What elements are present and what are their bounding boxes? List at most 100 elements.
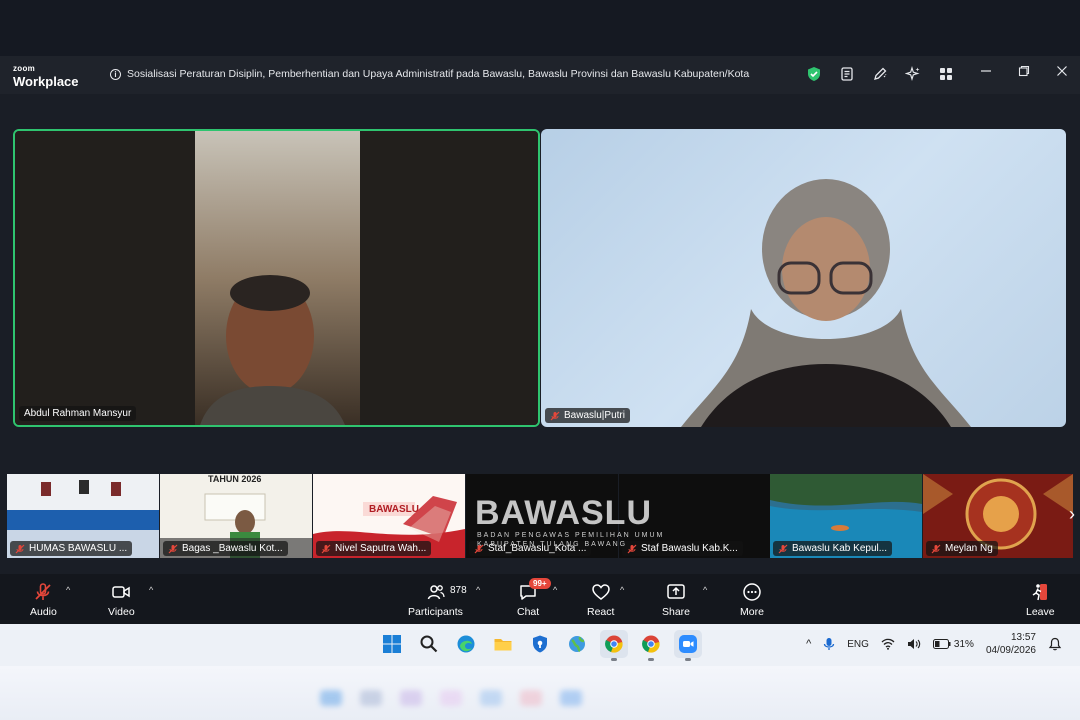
window-controls (980, 65, 1068, 77)
system-tray: ^ ENG 31% 13:57 04/09/2026 (806, 631, 1062, 657)
tray-overflow-chevron-icon[interactable]: ^ (806, 638, 811, 650)
audio-label: Audio (30, 606, 57, 618)
thumbnail-tile[interactable]: Meylan Ng (923, 474, 1075, 558)
restore-icon[interactable] (1018, 65, 1030, 77)
running-indicator (611, 658, 617, 661)
meeting-toolbar: Audio ^ Video ^ 878 Participants ^ 99+ C… (0, 574, 1080, 624)
taskbar-zoom[interactable] (674, 630, 702, 661)
taskbar-chrome-1[interactable] (600, 630, 628, 661)
video-label: Video (108, 606, 135, 618)
participant-name: Bawaslu Kab Kepul... (792, 543, 888, 554)
taskbar-clock[interactable]: 13:57 04/09/2026 (986, 631, 1036, 657)
react-label: React (587, 606, 615, 618)
mic-muted-icon (168, 544, 178, 553)
participant-name-tag: Meylan Ng (926, 541, 998, 556)
video-tile-speaker[interactable]: Abdul Rahman Mansyur (13, 129, 540, 427)
gallery-strip: HUMAS BAWASLU ... TAHUN 2026 Bagas _Bawa… (7, 474, 1075, 558)
chrome-browser-icon (642, 635, 660, 653)
shield-check-icon[interactable] (806, 66, 822, 82)
leave-button[interactable]: Leave (1026, 582, 1055, 618)
battery-status[interactable]: 31% (932, 638, 974, 650)
taskbar-edge[interactable] (452, 630, 480, 658)
taskbar-globe-app[interactable] (563, 630, 591, 658)
share-options-chevron-icon[interactable]: ^ (703, 585, 707, 595)
taskbar-defender[interactable] (526, 630, 554, 658)
taskbar-file-explorer[interactable] (489, 630, 517, 658)
notes-icon[interactable] (839, 66, 855, 82)
participant-name: Meylan Ng (945, 543, 993, 554)
clock-date: 04/09/2026 (985, 645, 1036, 656)
heart-icon (591, 584, 610, 600)
thumbnail-tile[interactable]: HUMAS BAWASLU ... (7, 474, 159, 558)
brand-zoom: zoom (13, 64, 36, 73)
video-stage: Abdul Rahman Mansyur Bawaslu|Putri HUMAS… (0, 94, 1080, 574)
more-dots-icon (743, 583, 761, 601)
video-options-chevron-icon[interactable]: ^ (149, 585, 153, 595)
start-button[interactable] (378, 630, 406, 658)
chat-label: Chat (517, 606, 540, 618)
participant-name-tag: Bawaslu Kab Kepul... (773, 541, 893, 556)
notification-bell-icon[interactable] (1048, 637, 1062, 651)
wifi-icon[interactable] (881, 638, 895, 650)
pen-icon[interactable] (872, 66, 888, 82)
share-screen-icon (667, 584, 685, 599)
participant-name: Abdul Rahman Mansyur (24, 408, 132, 419)
zoom-titlebar: zoom Workplace i Sosialisasi Peraturan D… (0, 56, 1080, 94)
react-button[interactable]: React (587, 582, 614, 618)
meeting-info[interactable]: i Sosialisasi Peraturan Disiplin, Pember… (110, 68, 749, 80)
chrome-browser-icon (605, 635, 623, 653)
leave-label: Leave (1026, 606, 1055, 618)
participant-name: HUMAS BAWASLU ... (29, 543, 128, 554)
screen-bottom-reflection (0, 666, 1080, 720)
brand-workplace: Workplace (13, 74, 79, 89)
apps-grid-icon[interactable] (938, 66, 954, 82)
thumbnail-tile[interactable]: TAHUN 2026 Bagas _Bawaslu Kot... (160, 474, 312, 558)
blurred-taskbar-reflection (320, 690, 582, 706)
bawaslu-logo-overlay: BAWASLU BADAN PENGAWAS PEMILIHAN UMUM KA… (399, 494, 699, 550)
participants-button[interactable]: 878 Participants (408, 582, 467, 618)
zoom-logo: zoom Workplace (13, 64, 79, 89)
clock-time: 13:57 (1010, 632, 1036, 643)
folder-icon (494, 639, 512, 651)
battery-icon (932, 639, 951, 649)
ai-sparkle-icon[interactable] (905, 66, 921, 82)
minimize-icon[interactable] (980, 65, 992, 77)
share-button[interactable]: Share (662, 582, 690, 618)
participant-name-tag: HUMAS BAWASLU ... (10, 541, 133, 556)
participant-name: Bagas _Bawaslu Kot... (182, 543, 283, 554)
participants-label: Participants (408, 606, 463, 618)
info-icon[interactable]: i (110, 68, 121, 80)
chat-unread-badge: 99+ (529, 578, 551, 589)
audio-button[interactable]: Audio (30, 582, 57, 618)
mic-muted-icon (931, 544, 941, 553)
chat-button[interactable]: 99+ Chat (517, 578, 551, 618)
more-button[interactable]: More (740, 582, 764, 618)
audio-options-chevron-icon[interactable]: ^ (66, 585, 70, 595)
thumbnail-tile[interactable]: Bawaslu Kab Kepul... (770, 474, 922, 558)
mic-muted-icon (321, 544, 331, 553)
mic-muted-icon (778, 544, 788, 553)
input-language[interactable]: ENG (847, 639, 869, 650)
zoom-app-icon (679, 635, 697, 653)
volume-icon[interactable] (907, 638, 921, 650)
bawaslu-logo-subtitle: BADAN PENGAWAS PEMILIHAN UMUM (477, 532, 665, 539)
participant-video (681, 179, 971, 427)
taskbar-search[interactable] (415, 630, 443, 658)
taskbar-chrome-2[interactable] (637, 630, 665, 661)
microphone-icon[interactable] (823, 637, 835, 651)
edge-browser-icon (457, 635, 475, 653)
chat-options-chevron-icon[interactable]: ^ (553, 585, 557, 595)
video-button[interactable]: Video (108, 582, 135, 618)
screen-top-bezel (0, 0, 1080, 56)
video-tile-participant[interactable]: Bawaslu|Putri (541, 129, 1066, 427)
titlebar-actions (806, 66, 954, 82)
globe-icon (569, 636, 585, 653)
participants-options-chevron-icon[interactable]: ^ (476, 585, 480, 595)
battery-percent: 31% (953, 638, 974, 650)
close-icon[interactable] (1056, 65, 1068, 77)
react-options-chevron-icon[interactable]: ^ (620, 585, 624, 595)
next-page-chevron-icon[interactable]: › (1069, 504, 1075, 525)
more-label: More (740, 606, 764, 618)
windows-logo-icon (383, 635, 401, 653)
taskbar-apps (378, 630, 702, 661)
